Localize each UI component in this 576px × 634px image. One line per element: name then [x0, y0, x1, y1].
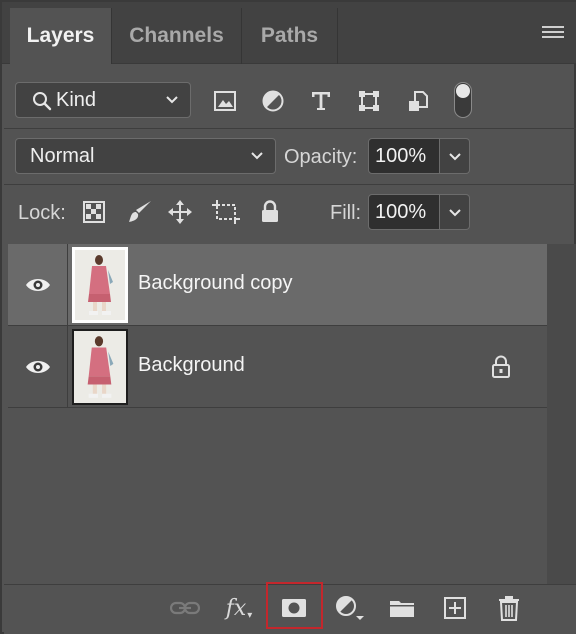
layer-style-icon[interactable]: fx ▾	[220, 591, 258, 625]
layer-row-background-copy[interactable]: Background copy	[8, 244, 547, 326]
layer-lock-icon[interactable]	[490, 355, 512, 379]
search-icon	[33, 92, 52, 111]
panel-menu-icon[interactable]	[542, 26, 564, 42]
lock-artboard-icon[interactable]	[212, 198, 240, 226]
tab-paths[interactable]: Paths	[242, 8, 338, 64]
pixel-filter-icon[interactable]	[212, 88, 238, 114]
fx-label: fx	[225, 595, 247, 621]
chevron-down-icon	[448, 153, 461, 161]
tab-channels[interactable]: Channels	[112, 8, 242, 64]
eye-icon	[25, 361, 50, 373]
tab-layers[interactable]: Layers	[10, 8, 112, 64]
delete-layer-icon[interactable]	[490, 591, 528, 625]
layers-scrollbar[interactable]	[547, 244, 576, 584]
layer-row-background[interactable]: Background	[8, 326, 547, 408]
submenu-triangle-icon: ▾	[247, 609, 253, 621]
type-filter-icon[interactable]	[308, 88, 334, 114]
visibility-toggle[interactable]	[8, 244, 68, 326]
visibility-toggle[interactable]	[8, 326, 68, 408]
layer-thumbnail	[72, 329, 128, 405]
layers-panel: Layers Channels Paths Kind Normal Opacit…	[0, 0, 576, 634]
adjustment-filter-icon[interactable]	[260, 88, 286, 114]
lock-transparent-pixels-icon[interactable]	[80, 198, 108, 226]
group-folder-icon[interactable]	[383, 591, 421, 625]
fill-dropdown-button[interactable]	[440, 194, 470, 230]
lock-position-icon[interactable]	[166, 198, 194, 226]
chevron-down-icon	[448, 209, 461, 217]
layer-thumbnail	[72, 247, 128, 323]
smart-object-filter-icon[interactable]	[405, 88, 431, 114]
divider	[4, 184, 576, 185]
chevron-down-icon	[251, 152, 263, 160]
fill-label: Fill:	[330, 202, 362, 224]
filter-kind-value: Kind	[56, 88, 97, 111]
new-layer-icon[interactable]	[436, 591, 474, 625]
opacity-label: Opacity:	[284, 146, 358, 168]
opacity-dropdown-button[interactable]	[440, 138, 470, 174]
blend-mode-value: Normal	[30, 144, 95, 167]
lock-all-icon[interactable]	[256, 198, 284, 226]
link-layers-icon[interactable]	[166, 591, 204, 625]
layers-list: Background copy Background	[8, 244, 547, 584]
lock-image-pixels-icon[interactable]	[126, 198, 154, 226]
filter-toggle-knob	[456, 84, 470, 98]
lock-label: Lock:	[18, 202, 66, 224]
tab-bar: Layers Channels Paths	[2, 2, 576, 64]
chevron-down-icon	[166, 96, 178, 104]
eye-icon	[25, 279, 50, 291]
layer-name[interactable]: Background	[138, 354, 245, 377]
fill-input[interactable]: 100%	[368, 194, 440, 230]
divider	[4, 128, 576, 129]
filter-kind-dropdown[interactable]: Kind	[15, 82, 191, 118]
shape-filter-icon[interactable]	[356, 88, 382, 114]
blend-mode-dropdown[interactable]: Normal	[15, 138, 276, 174]
adjustment-layer-icon[interactable]	[330, 591, 368, 625]
opacity-input[interactable]: 100%	[368, 138, 440, 174]
bottom-toolbar: fx ▾	[4, 582, 576, 634]
add-mask-icon[interactable]	[275, 591, 313, 625]
filter-toggle[interactable]	[454, 82, 472, 118]
layer-name[interactable]: Background copy	[138, 272, 293, 295]
